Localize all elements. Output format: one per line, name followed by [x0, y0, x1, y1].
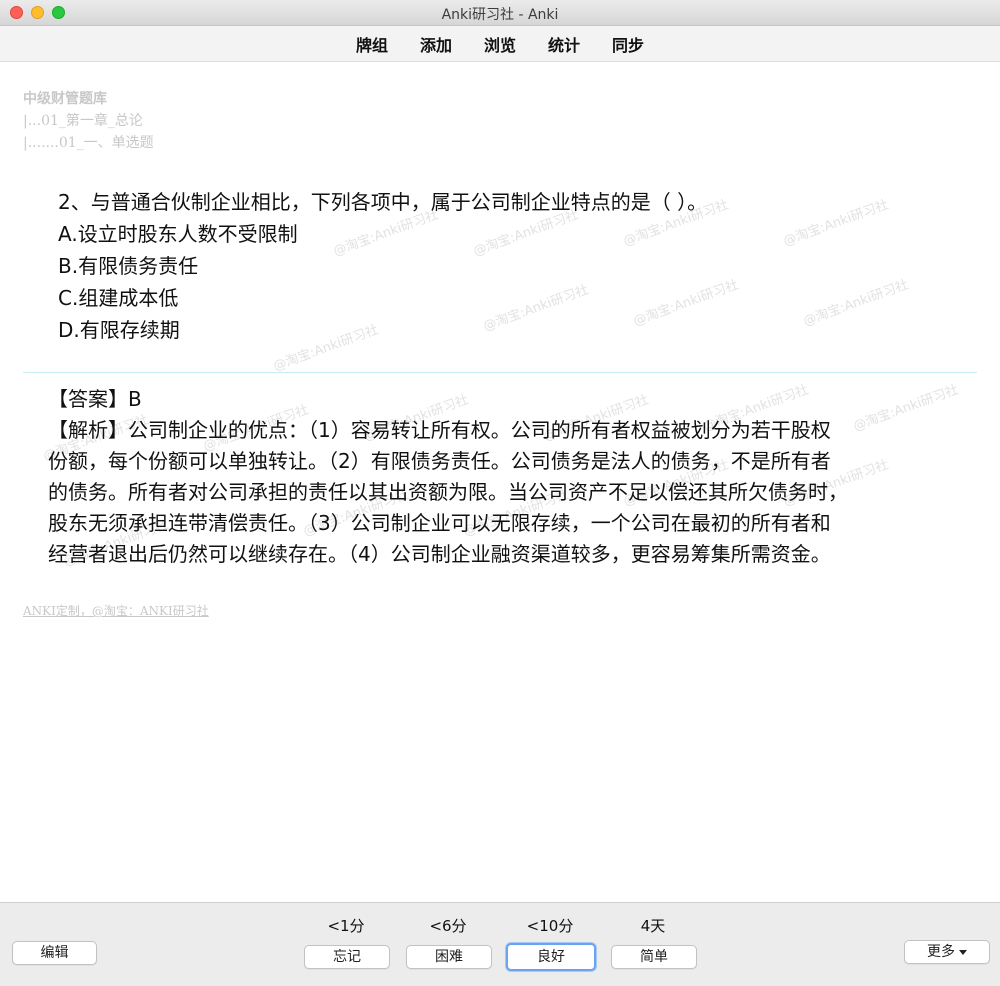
hard-button[interactable]: 困难 — [406, 945, 492, 969]
interval-easy: 4天 — [640, 917, 666, 935]
toolbar-browse[interactable]: 浏览 — [484, 32, 516, 56]
main-toolbar: 牌组 添加 浏览 统计 同步 — [0, 26, 1000, 62]
explanation-line: 的债务。所有者对公司承担的责任以其出资额为限。当公司资产不足以偿还其所欠债务时， — [48, 480, 848, 504]
toolbar-stats[interactable]: 统计 — [548, 32, 580, 56]
interval-again: <1分 — [327, 917, 365, 935]
footer-link[interactable]: ANKI定制，@淘宝：ANKI研习社 — [23, 602, 209, 619]
more-button-label: 更多 — [927, 944, 955, 960]
card-content[interactable]: @淘宝:Anki研习社 @淘宝:Anki研习社 @淘宝:Anki研习社 @淘宝:… — [0, 62, 1000, 902]
toolbar-add[interactable]: 添加 — [420, 32, 452, 56]
chevron-down-icon — [959, 949, 967, 955]
toolbar-decks[interactable]: 牌组 — [356, 32, 388, 56]
title-bar[interactable]: Anki研习社 - Anki — [0, 0, 1000, 26]
interval-good: <10分 — [526, 917, 574, 935]
watermark: @淘宝:Anki研习社 — [781, 197, 891, 250]
question: 2、与普通合伙制企业相比，下列各项中，属于公司制企业特点的是（ ）。 A.设立时… — [58, 186, 707, 346]
explanation-line: 【解析】公司制企业的优点：（1）容易转让所有权。公司的所有者权益被划分为若干股权 — [48, 418, 831, 442]
option-a: A.设立时股东人数不受限制 — [58, 222, 298, 246]
more-button[interactable]: 更多 — [904, 940, 990, 964]
section-name: |.......01_一、单选题 — [23, 135, 154, 151]
review-bottom-bar: 编辑 <1分 <6分 <10分 4天 忘记 困难 良好 简单 更多 — [0, 902, 1000, 986]
again-button[interactable]: 忘记 — [304, 945, 390, 969]
explanation-line: 经营者退出后仍然可以继续存在。（4）公司制企业融资渠道较多，更容易筹集所需资金。 — [48, 542, 831, 566]
answer-line: 【答案】B — [48, 387, 142, 411]
deck-breadcrumb: 中级财管题库 |...01_第一章_总论 |.......01_一、单选题 — [23, 88, 154, 154]
window-title: Anki研习社 - Anki — [441, 7, 559, 23]
explanation-line: 股东无须承担连带清偿责任。（3）公司制企业可以无限存续，一个公司在最初的所有者和 — [48, 511, 831, 535]
deck-name: 中级财管题库 — [23, 91, 107, 107]
interval-hard: <6分 — [429, 917, 467, 935]
anki-window: Anki研习社 - Anki 牌组 添加 浏览 统计 同步 @淘宝:Anki研习… — [0, 0, 1000, 986]
option-b: B.有限债务责任 — [58, 254, 199, 278]
good-button[interactable]: 良好 — [506, 943, 596, 971]
answer-divider — [23, 372, 977, 373]
question-stem: 2、与普通合伙制企业相比，下列各项中，属于公司制企业特点的是（ ）。 — [58, 190, 708, 214]
option-d: D.有限存续期 — [58, 318, 180, 342]
toolbar-sync[interactable]: 同步 — [612, 32, 644, 56]
watermark: @淘宝:Anki研习社 — [801, 277, 911, 330]
answer: 【答案】B 【解析】公司制企业的优点：（1）容易转让所有权。公司的所有者权益被划… — [48, 384, 918, 570]
easy-button[interactable]: 简单 — [611, 945, 697, 969]
option-c: C.组建成本低 — [58, 286, 179, 310]
explanation-line: 份额，每个份额可以单独转让。（2）有限债务责任。公司债务是法人的债务，不是所有者 — [48, 449, 831, 473]
chapter-name: |...01_第一章_总论 — [23, 113, 143, 129]
edit-button[interactable]: 编辑 — [12, 941, 97, 965]
